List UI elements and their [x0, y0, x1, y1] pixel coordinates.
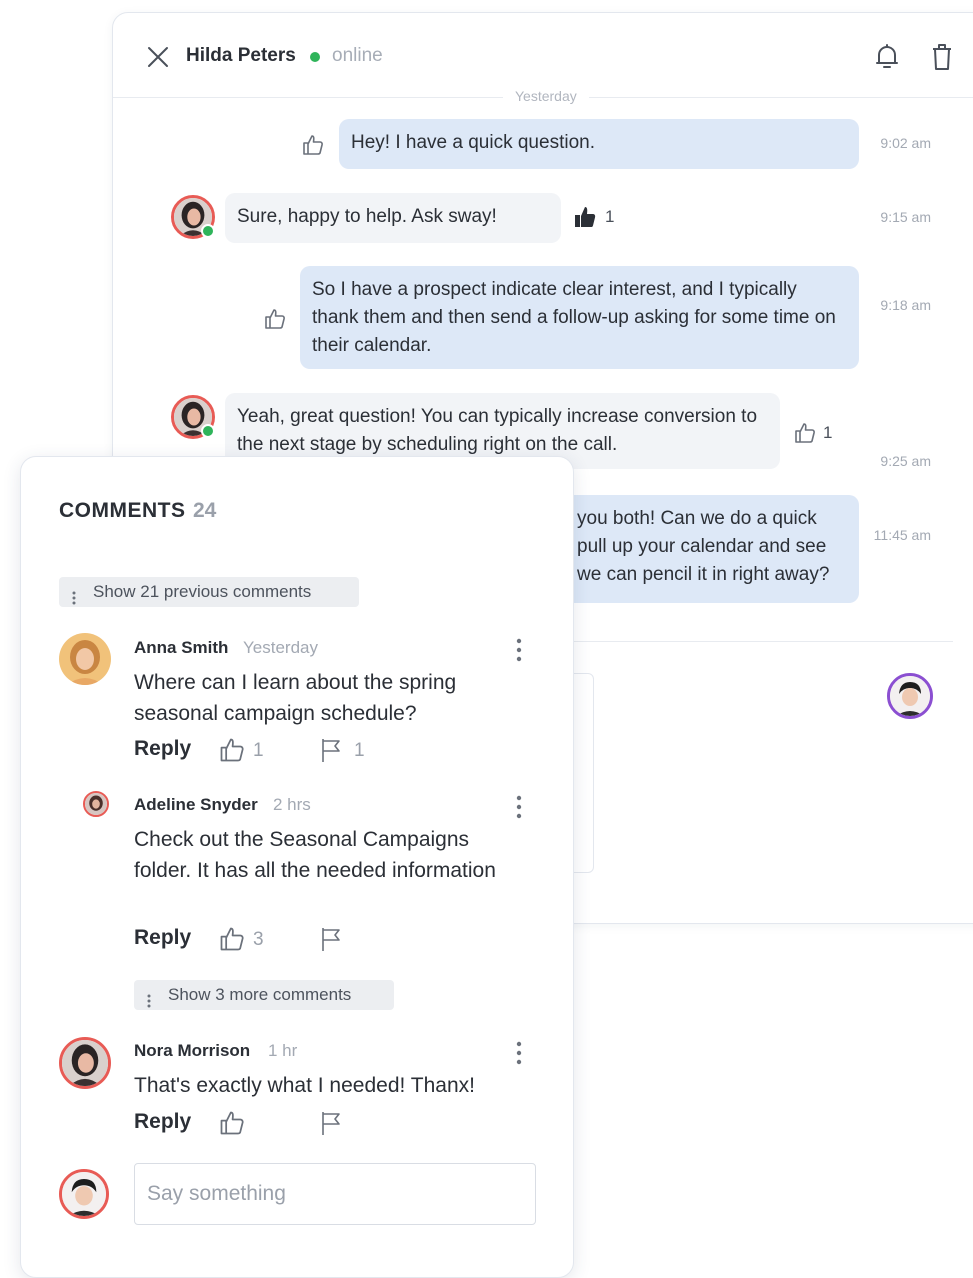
- thumbs-up-filled-icon[interactable]: [573, 205, 597, 229]
- thumbs-up-icon[interactable]: [218, 736, 246, 764]
- reply-button[interactable]: Reply: [134, 1110, 191, 1134]
- kebab-menu-icon[interactable]: [516, 795, 522, 819]
- thumbs-up-icon[interactable]: [301, 133, 325, 157]
- avatar: [59, 1037, 111, 1089]
- online-status-dot: [201, 224, 215, 238]
- comment-author[interactable]: Adeline Snyder: [134, 795, 258, 815]
- like-count: 1: [823, 423, 833, 442]
- thumbs-up-icon[interactable]: [263, 307, 287, 331]
- comment-text: Check out the Seasonal Campaigns folder.…: [134, 828, 496, 882]
- avatar: [887, 673, 933, 719]
- message-bubble: you both! Can we do a quick pull up your…: [533, 495, 859, 603]
- online-status-text: online: [332, 45, 383, 66]
- like-count: 1: [253, 740, 264, 761]
- message-bubble: So I have a prospect indicate clear inte…: [300, 266, 859, 369]
- divider: [573, 641, 953, 642]
- avatar: [83, 791, 109, 817]
- like-count: 1: [605, 207, 615, 226]
- comment-text: Where can I learn about the spring seaso…: [134, 671, 457, 725]
- comment-time: 1 hr: [268, 1041, 298, 1060]
- day-separator: Yesterday: [503, 88, 589, 104]
- message-time: 9:15 am: [880, 209, 931, 225]
- show-more-comments-button[interactable]: Show 3 more comments: [134, 980, 394, 1010]
- comment-time: 2 hrs: [273, 795, 311, 814]
- comment-text: That's exactly what I needed! Thanx!: [134, 1074, 475, 1097]
- avatar: [59, 1169, 109, 1219]
- online-status-dot: [310, 52, 320, 62]
- show-previous-label: Show 21 previous comments: [93, 582, 312, 601]
- contact-name: Hilda Peters: [186, 45, 296, 66]
- show-previous-comments-button[interactable]: Show 21 previous comments: [59, 577, 359, 607]
- trash-icon[interactable]: [931, 43, 953, 71]
- message-time: 9:25 am: [880, 453, 931, 469]
- message-time: 11:45 am: [873, 527, 931, 543]
- bell-icon[interactable]: [875, 43, 899, 71]
- like-count: 3: [253, 929, 264, 950]
- comment-author[interactable]: Anna Smith: [134, 638, 228, 658]
- reply-button[interactable]: Reply: [134, 737, 191, 761]
- comments-title: COMMENTS: [59, 499, 186, 522]
- reply-button[interactable]: Reply: [134, 926, 191, 950]
- comment-author[interactable]: Nora Morrison: [134, 1041, 250, 1061]
- thumbs-up-icon[interactable]: [793, 421, 817, 445]
- comments-panel: COMMENTS 24 Show 21 previous comments An…: [20, 456, 574, 1278]
- thumbs-up-icon[interactable]: [218, 1109, 246, 1137]
- kebab-menu-icon[interactable]: [516, 1041, 522, 1065]
- comment-time: Yesterday: [243, 638, 318, 657]
- message-time: 9:18 am: [880, 297, 931, 313]
- online-status-dot: [201, 424, 215, 438]
- chat-header: Hilda Peters online: [113, 13, 973, 98]
- comment-input[interactable]: [134, 1163, 536, 1225]
- kebab-menu-icon: [147, 988, 151, 1008]
- flag-icon[interactable]: [319, 1110, 345, 1136]
- avatar: [59, 633, 111, 685]
- show-more-label: Show 3 more comments: [168, 985, 352, 1004]
- thumbs-up-icon[interactable]: [218, 925, 246, 953]
- message-time: 9:02 am: [880, 135, 931, 151]
- kebab-menu-icon[interactable]: [516, 638, 522, 662]
- flag-icon[interactable]: [319, 737, 345, 763]
- message-bubble: Hey! I have a quick question.: [339, 119, 859, 169]
- comments-count: 24: [193, 499, 217, 522]
- flag-count: 1: [354, 740, 365, 761]
- message-bubble: Sure, happy to help. Ask sway!: [225, 193, 561, 243]
- kebab-menu-icon: [72, 585, 76, 605]
- close-icon[interactable]: [147, 46, 169, 68]
- flag-icon[interactable]: [319, 926, 345, 952]
